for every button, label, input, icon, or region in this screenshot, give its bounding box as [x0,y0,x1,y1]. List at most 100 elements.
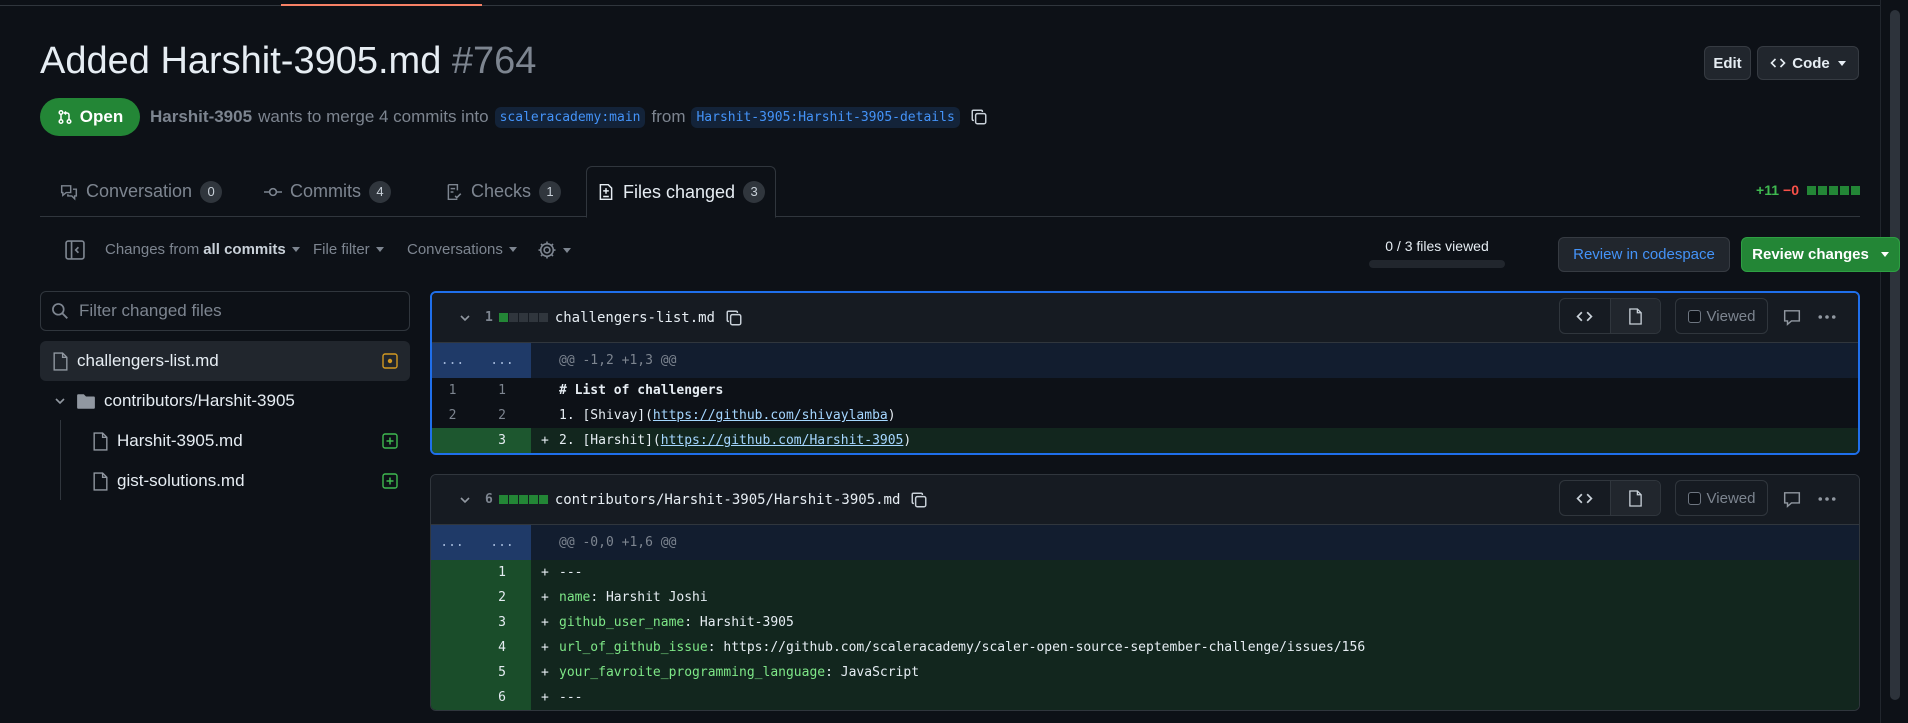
chevron-down-icon [291,247,300,252]
yaml-value: : Harshit Joshi [590,590,708,605]
viewed-checkbox[interactable]: Viewed [1675,480,1768,516]
tree-item-label: contributors/Harshit-3905 [104,391,295,410]
diffstat-mini [498,495,548,504]
kebab-horizontal-icon[interactable] [1816,308,1838,326]
yaml-value: : Harshit-3905 [684,615,794,630]
line-code: 1. [Shivay](https://github.com/shivaylam… [531,403,1858,428]
tab-conversation[interactable]: Conversation 0 [50,166,232,217]
file-filter-dropdown[interactable]: File filter [313,241,384,258]
file-icon[interactable] [1609,481,1660,515]
old-line-number[interactable] [431,635,473,660]
new-line-number[interactable]: 1 [473,560,531,585]
file-icon[interactable] [1609,299,1660,333]
files-viewed-bar [1369,260,1505,268]
new-line-number[interactable]: 3 [473,610,531,635]
gear-icon [537,240,557,260]
copy-icon[interactable] [910,491,928,509]
old-line-number[interactable] [431,585,473,610]
tab-label: Commits [290,181,361,201]
review-changes-button[interactable]: Review changes [1741,237,1900,272]
new-line-number[interactable]: 4 [473,635,531,660]
old-line-number[interactable] [431,610,473,635]
chevron-down-icon [508,247,517,252]
old-line-number[interactable] [431,685,473,710]
file-path[interactable]: contributors/Harshit-3905/Harshit-3905.m… [555,492,901,508]
tab-commits[interactable]: Commits 4 [254,166,401,217]
line-text: ) [887,408,896,423]
chevron-down-icon [52,393,68,409]
tab-label: Conversation [86,181,193,201]
review-in-codespace-button[interactable]: Review in codespace [1558,237,1730,272]
base-branch[interactable]: scaleracademy:main [494,106,646,128]
line-code: # List of challengers [559,383,724,398]
expand-up[interactable]: ... [431,525,473,560]
conversations-dropdown[interactable]: Conversations [407,241,517,258]
expand-down[interactable]: ... [473,525,531,560]
file-added-icon [382,473,398,489]
scrollbar-thumb[interactable] [1890,10,1900,700]
new-line-number[interactable]: 6 [473,685,531,710]
diff-sign: + [541,590,549,605]
file-icon [92,471,109,491]
filter-input[interactable] [79,301,399,321]
old-line-number[interactable] [432,428,473,453]
new-line-number[interactable]: 2 [473,403,531,428]
copy-icon[interactable] [970,108,988,126]
hunk-header-row: ... ... @@ -0,0 +1,6 @@ [431,525,1859,560]
diffstat-blocks [1807,185,1860,195]
status-badge: Open [40,98,140,136]
tab-count: 1 [539,180,562,203]
file-icon [52,351,69,371]
code-icon[interactable] [1560,299,1610,333]
comment-icon[interactable] [1783,308,1801,326]
old-line-number[interactable]: 1 [432,378,473,403]
filter-changed-files[interactable] [40,291,410,331]
hunk-header: @@ -1,2 +1,3 @@ [531,343,1858,378]
tree-item-label: gist-solutions.md [117,471,245,490]
tab-label: Checks [471,181,532,201]
file-header: 6 contributors/Harshit-3905/Harshit-3905… [431,475,1859,525]
code-icon[interactable] [1560,481,1610,515]
edit-button[interactable]: Edit [1704,46,1751,80]
conversations-label: Conversations [407,241,503,258]
expand-up[interactable]: ... [432,343,473,378]
changed-lines-count: 1 [485,310,493,325]
new-line-number[interactable]: 2 [473,585,531,610]
tree-item-contributors-folder[interactable]: contributors/Harshit-3905 [40,381,410,421]
author-link[interactable]: Harshit-3905 [150,107,252,127]
new-line-number[interactable]: 3 [473,428,531,453]
code-button[interactable]: Code [1757,46,1859,80]
diff-sign: + [541,665,549,680]
old-line-number[interactable] [431,560,473,585]
viewed-checkbox[interactable]: Viewed [1675,298,1768,334]
code-icon [1770,55,1786,71]
chevron-down-icon[interactable] [457,310,473,326]
changes-from-dropdown[interactable]: Changes from all commits [105,241,300,258]
line-code: + --- [531,685,1859,710]
head-branch[interactable]: Harshit-3905:Harshit-3905-details [691,106,960,128]
old-line-number[interactable]: 2 [432,403,473,428]
line-code: + your_favroite_programming_language: Jav… [531,660,1859,685]
chevron-down-icon[interactable] [457,492,473,508]
tree-item-gist-solutions[interactable]: gist-solutions.md [40,461,410,501]
tab-checks[interactable]: Checks 1 [435,166,571,217]
tree-item-harshit-3905[interactable]: Harshit-3905.md [40,421,410,461]
chevron-down-icon [1880,252,1889,257]
settings-dropdown[interactable] [537,240,571,260]
expand-down[interactable]: ... [473,343,531,378]
new-line-number[interactable]: 1 [473,378,531,403]
checklist-icon [445,183,463,201]
tab-files-changed[interactable]: Files changed 3 [586,166,777,218]
tree-item-challengers-list[interactable]: challengers-list.md [40,341,410,381]
line-code: + name: Harshit Joshi [531,585,1859,610]
comment-icon[interactable] [1783,490,1801,508]
file-path[interactable]: challengers-list.md [555,310,715,326]
vertical-scrollbar[interactable] [1880,0,1908,723]
old-line-number[interactable] [431,660,473,685]
yaml-key: url_of_github_issue [559,640,708,655]
new-line-number[interactable]: 5 [473,660,531,685]
kebab-horizontal-icon[interactable] [1816,490,1838,508]
copy-icon[interactable] [725,309,743,327]
line-code: + --- [531,560,1859,585]
sidebar-collapse-icon[interactable] [64,239,86,261]
